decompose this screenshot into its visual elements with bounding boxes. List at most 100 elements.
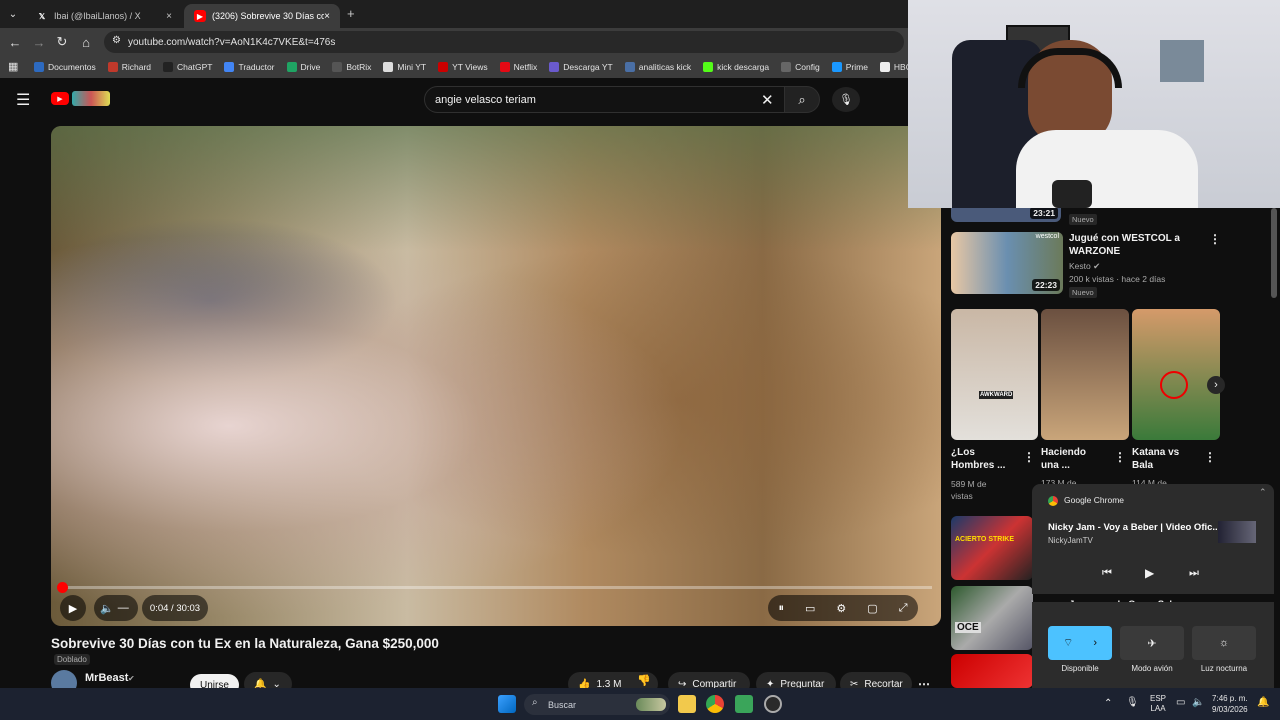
chrome-taskbar-icon[interactable] <box>706 695 724 713</box>
search-input[interactable]: angie velasco teriam ✕ <box>424 86 786 113</box>
reload-icon[interactable]: ↻ <box>53 33 71 51</box>
wifi-toggle[interactable]: ⌔ › <box>1048 626 1112 660</box>
bookmark-analiticas-kick[interactable]: analiticas kick <box>624 62 691 72</box>
circle-highlight <box>1160 371 1188 399</box>
thumbnail-text: ACIERTO STRIKE <box>955 536 1014 543</box>
search-button[interactable]: ⌕ <box>784 86 820 113</box>
bookmark-chatgpt[interactable]: ChatGPT <box>163 62 212 72</box>
video-meta: 200 k vistas · hace 2 días <box>1069 274 1166 284</box>
microphone-tray-icon[interactable]: 🎙 <box>1126 697 1139 708</box>
more-vert-icon[interactable]: ⋮ <box>1023 450 1035 464</box>
new-tab-button[interactable]: + <box>347 6 355 21</box>
video-thumbnail[interactable]: ACIERTO STRIKE <box>951 516 1033 580</box>
clear-search-icon[interactable]: ✕ <box>761 91 774 109</box>
bookmark-netflix[interactable]: Netflix <box>499 62 537 72</box>
clock[interactable]: 7:46 p. m. 9/03/2026 <box>1212 693 1248 715</box>
short-title[interactable]: Haciendo una ... <box>1041 446 1086 472</box>
tab-title: (3206) Sobrevive 30 Días con tu <box>212 11 325 21</box>
autoplay-toggle-icon[interactable]: ⏸ <box>779 602 785 615</box>
bookmark-prime[interactable]: Prime <box>831 62 868 72</box>
apps-grid-icon[interactable]: ▦ <box>8 60 18 73</box>
progress-scrubber[interactable] <box>57 582 68 593</box>
back-arrow-icon[interactable]: ← <box>6 33 24 51</box>
close-icon[interactable]: × <box>166 11 172 22</box>
chevron-right-icon[interactable]: › <box>1093 637 1097 649</box>
play-icon[interactable]: ▶ <box>1145 566 1154 580</box>
bookmark-traductor[interactable]: Traductor <box>224 62 275 72</box>
video-thumbnail[interactable]: westcol 22:23 <box>951 232 1063 294</box>
collapse-icon[interactable]: ⌃ <box>1259 487 1267 498</box>
notifications-icon[interactable]: 🔔 <box>1257 697 1269 708</box>
file-explorer-icon[interactable] <box>678 695 696 713</box>
bookmark-kick-descarga[interactable]: kick descarga <box>703 62 769 72</box>
settings-gear-icon[interactable]: ⚙ <box>836 602 846 615</box>
fullscreen-icon[interactable]: ⤢ <box>899 602 908 615</box>
volume-control[interactable]: 🔈 — <box>94 595 138 621</box>
video-thumbnail[interactable]: OCE <box>951 586 1033 650</box>
brightness-icon: ☼ <box>1218 637 1230 649</box>
scrollbar-thumb[interactable] <box>1271 208 1277 298</box>
forward-arrow-icon[interactable]: → <box>30 33 48 51</box>
theater-mode-icon[interactable]: ▢ <box>867 602 877 615</box>
home-icon[interactable]: ⌂ <box>77 33 95 51</box>
media-app-name: Google Chrome <box>1064 495 1125 505</box>
bookmark-descarga-yt[interactable]: Descarga YT <box>549 62 613 72</box>
voice-search-button[interactable]: 🎙 <box>832 87 860 112</box>
short-title[interactable]: ¿Los Hombres ... <box>951 446 1005 472</box>
youtube-doodle-logo[interactable] <box>72 91 110 106</box>
volume-tray-icon[interactable]: 🔈 <box>1192 697 1204 708</box>
site-info-icon[interactable]: ⚙ <box>112 35 121 46</box>
language-indicator[interactable]: ESP LAA <box>1150 694 1166 714</box>
tray-chevron-up-icon[interactable]: ⌃ <box>1104 698 1112 709</box>
taskbar-search-box[interactable]: ⌕ Buscar <box>524 694 670 715</box>
close-icon[interactable]: × <box>324 11 330 22</box>
quick-tile-label: Luz nocturna <box>1200 664 1248 673</box>
chevron-right-icon[interactable]: › <box>1207 376 1225 394</box>
more-vert-icon[interactable]: ⋮ <box>1209 232 1221 246</box>
more-vert-icon[interactable]: ⋮ <box>1204 450 1216 464</box>
play-button[interactable]: ▶ <box>60 595 86 621</box>
short-thumbnail[interactable] <box>1041 309 1129 440</box>
volume-icon: 🔈 <box>100 602 114 615</box>
thumbnail-text: westcol <box>1035 233 1059 240</box>
bookmark-yt-views[interactable]: YT Views <box>438 62 488 72</box>
tab-search-chevron-icon[interactable]: ⌄ <box>4 5 22 23</box>
bookmark-documentos[interactable]: Documentos <box>34 62 96 72</box>
video-thumbnail[interactable] <box>951 654 1033 688</box>
bookmark-richard[interactable]: Richard <box>107 62 151 72</box>
tab-youtube-video[interactable]: ▶ (3206) Sobrevive 30 Días con tu × <box>184 4 340 28</box>
bookmark-mini-yt[interactable]: Mini YT <box>383 62 426 72</box>
duration-badge: 23:21 <box>1030 208 1058 219</box>
tab-ibai-x[interactable]: 𝕏 Ibai (@IbaiLlanos) / X × <box>26 4 182 28</box>
video-thumbnail[interactable]: 23:21 <box>951 208 1061 222</box>
verified-check-icon: ✔ <box>128 674 135 683</box>
next-track-icon[interactable]: ⏭ <box>1189 567 1199 580</box>
volume-slider[interactable]: — <box>118 602 129 614</box>
short-title[interactable]: Katana vs Bala <box>1132 446 1179 472</box>
progress-bar[interactable] <box>57 582 932 593</box>
youtube-logo-icon[interactable]: ▶ <box>51 92 69 105</box>
obs-icon[interactable] <box>764 695 782 713</box>
short-thumbnail[interactable]: AWKWARD <box>951 309 1038 440</box>
night-light-toggle[interactable]: ☼ <box>1192 626 1256 660</box>
verified-check-icon: ✔ <box>1093 261 1101 271</box>
url-field[interactable]: ⚙ youtube.com/watch?v=AoN1K4c7VKE&t=476s <box>104 31 904 53</box>
network-icon[interactable]: ▭ <box>1176 697 1185 708</box>
bookmark-drive[interactable]: Drive <box>286 62 320 72</box>
list-item-title[interactable]: Jugué con WESTCOL a WARZONE <box>1069 232 1180 258</box>
channel-name[interactable]: Kesto ✔ <box>1069 261 1100 272</box>
bookmark-botrix[interactable]: BotRix <box>332 62 371 72</box>
channel-name[interactable]: MrBeast <box>85 672 128 684</box>
bookmark-config[interactable]: Config <box>781 62 820 72</box>
windows-start-icon[interactable] <box>498 695 516 713</box>
subtitles-icon[interactable]: ▭ <box>805 602 815 615</box>
time-display: 0:04 / 30:03 <box>142 595 208 621</box>
short-thumbnail[interactable] <box>1132 309 1220 440</box>
thumbs-down-icon[interactable]: 👎 <box>637 674 651 687</box>
hamburger-menu-icon[interactable]: ☰ <box>16 90 30 110</box>
video-player[interactable] <box>51 126 941 626</box>
previous-track-icon[interactable]: ⏮ <box>1102 567 1112 580</box>
more-vert-icon[interactable]: ⋮ <box>1114 450 1126 464</box>
airplane-mode-toggle[interactable]: ✈ <box>1120 626 1184 660</box>
taskbar-app-icon[interactable] <box>735 695 753 713</box>
